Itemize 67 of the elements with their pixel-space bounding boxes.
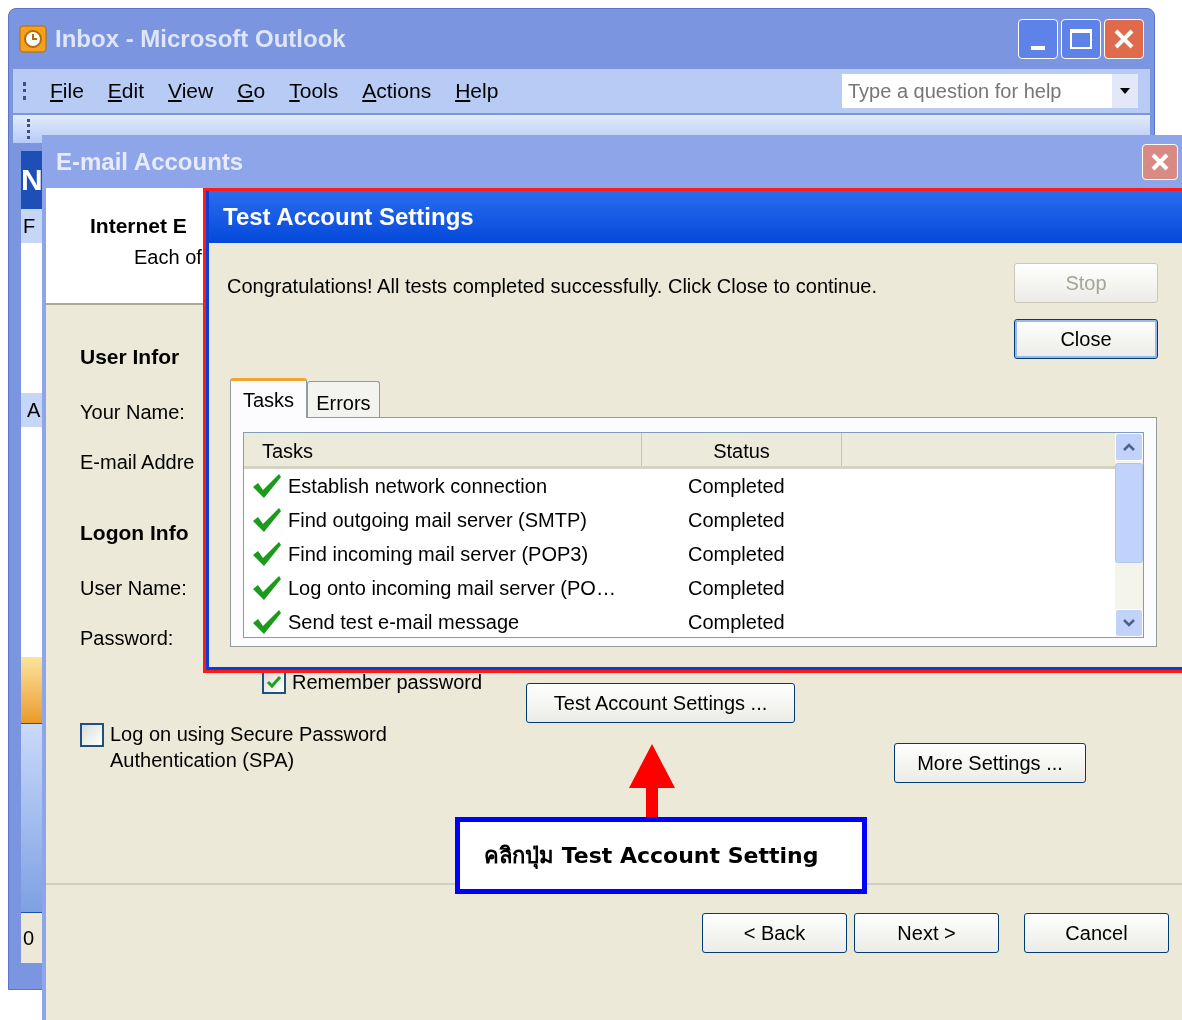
dialog-title: E-mail Accounts: [56, 146, 244, 177]
task-name: Log onto incoming mail server (PO…: [287, 576, 617, 601]
scroll-up-button[interactable]: [1115, 433, 1143, 461]
navigation-bar: F: [21, 209, 45, 243]
menu-item[interactable]: Edit: [107, 75, 145, 107]
checkmark-icon: [252, 541, 282, 567]
column-header: Tasks: [244, 433, 642, 466]
close-button[interactable]: [1142, 143, 1178, 180]
task-name: Send test e-mail message: [287, 610, 521, 635]
header-subtitle: Each of: [134, 244, 202, 270]
wizard-button[interactable]: Cancel: [1024, 913, 1169, 953]
navigation-bar: A: [21, 393, 45, 427]
checkmark-icon: [266, 674, 282, 690]
scroll-down-button[interactable]: [1115, 609, 1143, 637]
menu-item[interactable]: Actions: [362, 75, 432, 107]
task-name: Establish network connection: [287, 474, 549, 499]
menu-item[interactable]: View: [168, 75, 214, 107]
menu-item[interactable]: Help: [455, 75, 499, 107]
menu-item[interactable]: Go: [237, 75, 266, 107]
window-title: Inbox - Microsoft Outlook: [55, 24, 346, 54]
field-label: User Name:: [80, 576, 187, 599]
checkmark-icon: [252, 507, 282, 533]
section-heading: Logon Info: [80, 520, 189, 543]
wizard-button[interactable]: < Back: [702, 913, 847, 953]
minimize-button[interactable]: [1018, 19, 1058, 59]
header-title: Internet E: [90, 213, 187, 239]
checkmark-icon: [252, 609, 282, 635]
tab[interactable]: Errors: [307, 381, 380, 417]
task-name: Find outgoing mail server (SMTP): [287, 508, 588, 533]
section-heading: User Infor: [80, 344, 180, 367]
checkmark-icon: [252, 473, 282, 499]
column-header: Status: [642, 433, 842, 466]
task-status: Completed: [688, 508, 785, 533]
grip-icon: [23, 82, 26, 100]
checkbox[interactable]: [80, 723, 104, 747]
task-status: Completed: [688, 542, 785, 567]
close-button[interactable]: Close: [1014, 319, 1158, 359]
clock-icon: [19, 25, 47, 53]
menu-item[interactable]: File: [50, 75, 84, 107]
task-name: Find incoming mail server (POP3): [287, 542, 590, 567]
field-label: E-mail Addre: [80, 450, 195, 473]
task-status: Completed: [688, 610, 785, 635]
navigation-header: N: [21, 151, 45, 209]
dropdown-icon: [1120, 88, 1130, 94]
dialog-title: Test Account Settings: [223, 202, 474, 232]
checkmark-icon: [252, 575, 282, 601]
more-settings-button[interactable]: More Settings ...: [894, 743, 1086, 783]
scrollbar[interactable]: [1115, 433, 1143, 637]
status-message: Congratulations! All tests completed successfully. Click Close to continue.: [227, 274, 877, 299]
test-account-settings-button[interactable]: Test Account Settings ...: [526, 683, 796, 723]
maximize-button[interactable]: [1061, 19, 1101, 59]
tab[interactable]: Tasks: [230, 378, 308, 418]
status-bar: 0: [21, 913, 45, 963]
close-button[interactable]: [1104, 19, 1144, 59]
checkbox-label: Log on using Secure Password Authentication (SPA): [110, 722, 388, 773]
help-search-field[interactable]: Type a question for help: [842, 74, 1138, 108]
field-label: Your Name:: [80, 400, 185, 423]
close-icon: [1150, 151, 1170, 172]
field-label: Password:: [80, 626, 174, 649]
callout-note: คลิกปุ่ม Test Account Setting: [455, 817, 867, 894]
checkbox-label: Remember password: [292, 670, 483, 695]
menu-item[interactable]: Tools: [289, 75, 339, 107]
scroll-thumb[interactable]: [1115, 463, 1143, 563]
wizard-button[interactable]: Next >: [854, 913, 999, 953]
task-status: Completed: [688, 474, 785, 499]
close-icon: [1113, 28, 1135, 50]
task-status: Completed: [688, 576, 785, 601]
